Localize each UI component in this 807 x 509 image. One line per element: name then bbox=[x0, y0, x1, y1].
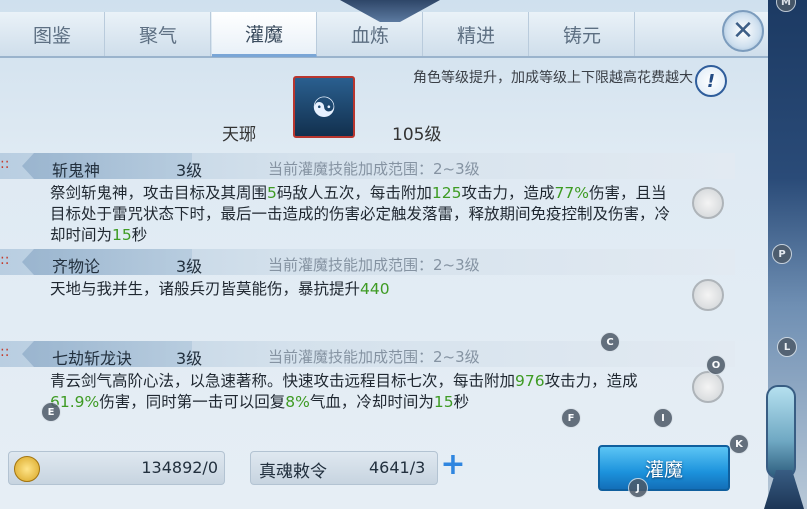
skill-range: 当前灌魔技能加成范围：2~3级 bbox=[268, 160, 480, 178]
character-name: 天琊 bbox=[222, 125, 256, 145]
skill-level: 3级 bbox=[176, 161, 203, 180]
tab-refine[interactable]: 精进 bbox=[424, 12, 529, 56]
weapon-portrait: ☯ bbox=[293, 76, 355, 138]
tab-collection[interactable]: 图鉴 bbox=[0, 12, 105, 56]
skill-level: 3级 bbox=[176, 349, 203, 368]
description-text: 天地与我并生，诸般兵刃皆莫能伤，暴抗提升 bbox=[50, 280, 361, 298]
skill-description: 祭剑斩鬼神，攻击目标及其周围5码敌人五次，每击附加125攻击力，造成77%伤害，… bbox=[50, 183, 680, 246]
key-hint: F bbox=[561, 408, 581, 428]
tab-gather[interactable]: 聚气 bbox=[106, 12, 211, 56]
character-level: 105级 bbox=[392, 125, 442, 145]
token-label: 真魂敕令 bbox=[259, 462, 327, 482]
skill-header: :: 七劫斩龙诀 3级 当前灌魔技能加成范围：2~3级 bbox=[0, 341, 735, 368]
highlight-value: 976 bbox=[515, 372, 545, 390]
skill-list: :: 斩鬼神 3级 当前灌魔技能加成范围：2~3级 祭剑斩鬼神，攻击目标及其周围… bbox=[0, 153, 735, 438]
character-header: 角色等级提升，加成等级上下限越高花费越大 ! ☯ 天琊 105级 bbox=[0, 60, 735, 152]
tab-blood[interactable]: 血炼 bbox=[318, 12, 423, 56]
arrow-tag bbox=[22, 249, 192, 275]
skill-name: 七劫斩龙诀 bbox=[52, 349, 133, 368]
highlight-value: 8% bbox=[285, 393, 310, 411]
skill-name: 齐物论 bbox=[52, 257, 101, 276]
skill-select-radio[interactable] bbox=[692, 279, 724, 311]
skill-range: 当前灌魔技能加成范围：2~3级 bbox=[268, 348, 480, 366]
highlight-value: 5 bbox=[267, 184, 277, 202]
yin-yang-icon: ☯ bbox=[311, 90, 337, 124]
skill-range: 当前灌魔技能加成范围：2~3级 bbox=[268, 256, 480, 274]
description-text: 气血，冷却时间为 bbox=[309, 393, 434, 411]
edge-mark-icon: :: bbox=[0, 344, 10, 360]
skill-select-radio[interactable] bbox=[692, 371, 724, 403]
skill-level: 3级 bbox=[176, 257, 203, 276]
help-icon[interactable]: ! bbox=[695, 65, 727, 97]
lantern-decoration bbox=[766, 385, 796, 479]
skill-description: 青云剑气高阶心法，以急速著称。快速攻击远程目标七次，每击附加976攻击力，造成6… bbox=[50, 371, 680, 413]
description-text: 攻击力，造成 bbox=[461, 184, 555, 202]
highlight-value: 15 bbox=[112, 226, 132, 244]
token-value: 4641/3 bbox=[369, 458, 426, 477]
description-text: 伤害，同时第一击可以回复 bbox=[99, 393, 286, 411]
highlight-value: 77% bbox=[554, 184, 589, 202]
token-counter: 真魂敕令 4641/3 bbox=[250, 451, 438, 485]
skill-description: 天地与我并生，诸般兵刃皆莫能伤，暴抗提升440 bbox=[50, 279, 680, 300]
highlight-value: 15 bbox=[433, 393, 454, 411]
edge-mark-icon: :: bbox=[0, 252, 10, 268]
skill-header: :: 斩鬼神 3级 当前灌魔技能加成范围：2~3级 bbox=[0, 153, 735, 180]
key-hint: E bbox=[41, 402, 61, 422]
edge-mark-icon: :: bbox=[0, 156, 10, 172]
key-hint: L bbox=[777, 337, 797, 357]
arrow-tag bbox=[22, 153, 192, 179]
coin-counter: 134892/0 bbox=[8, 451, 225, 485]
highlight-value: 125 bbox=[431, 184, 462, 202]
add-token-button[interactable]: + bbox=[440, 450, 466, 480]
description-text: 攻击力，造成 bbox=[544, 372, 638, 390]
skill-select-radio[interactable] bbox=[692, 187, 724, 219]
close-button[interactable]: ✕ bbox=[722, 10, 764, 52]
description-text: 祭剑斩鬼神，攻击目标及其周围 bbox=[50, 184, 268, 202]
tab-forge[interactable]: 铸元 bbox=[530, 12, 635, 56]
description-text: 青云剑气高阶心法，以急速著称。快速攻击远程目标七次，每击附加 bbox=[50, 372, 516, 390]
key-hint: P bbox=[772, 244, 792, 264]
highlight-value: 440 bbox=[360, 280, 390, 298]
skill-header: :: 齐物论 3级 当前灌魔技能加成范围：2~3级 bbox=[0, 249, 735, 276]
close-icon: ✕ bbox=[732, 16, 754, 46]
description-text: 码敌人五次，每击附加 bbox=[276, 184, 432, 202]
skill-name: 斩鬼神 bbox=[52, 161, 101, 180]
key-hint: C bbox=[600, 332, 620, 352]
key-hint: K bbox=[729, 434, 749, 454]
key-hint: J bbox=[628, 478, 648, 498]
key-hint: I bbox=[653, 408, 673, 428]
cost-notice: 角色等级提升，加成等级上下限越高花费越大 bbox=[413, 70, 693, 86]
key-hint: O bbox=[706, 355, 726, 375]
coin-icon bbox=[14, 456, 40, 482]
footer-bar: 134892/0 真魂敕令 4641/3 + 灌魔 bbox=[0, 445, 768, 505]
infuse-button[interactable]: 灌魔 bbox=[598, 445, 730, 491]
coin-value: 134892/0 bbox=[141, 458, 218, 477]
description-text: 秒 bbox=[131, 226, 148, 244]
description-text: 秒 bbox=[453, 393, 470, 411]
tab-infuse[interactable]: 灌魔 bbox=[212, 12, 317, 57]
